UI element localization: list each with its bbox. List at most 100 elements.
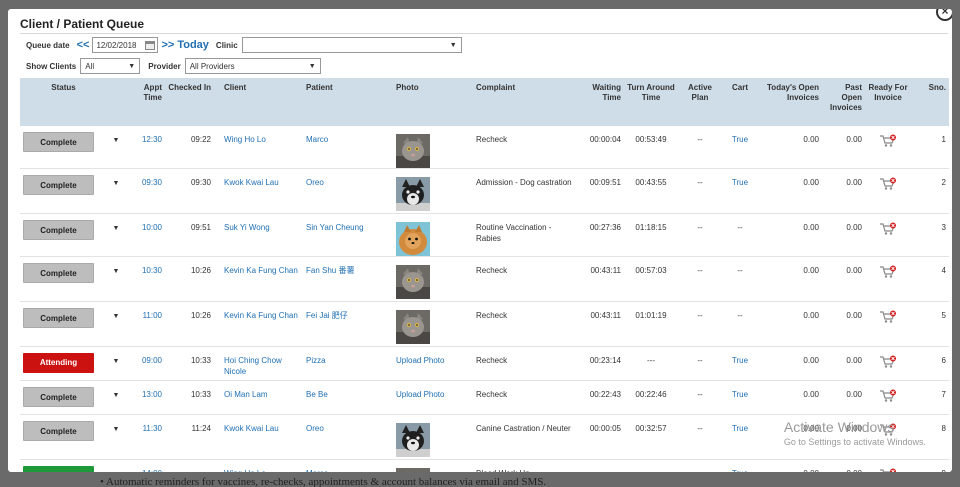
appt-time[interactable]: 09:30 xyxy=(125,168,165,214)
status-dropdown[interactable]: ▼ xyxy=(107,380,125,415)
status-dropdown[interactable]: ▼ xyxy=(107,256,125,302)
cart-remove-icon[interactable] xyxy=(879,134,897,148)
pet-photo[interactable] xyxy=(396,265,470,299)
appt-time[interactable]: 11:30 xyxy=(125,414,165,460)
chevron-down-icon[interactable]: ▼ xyxy=(113,358,120,365)
queue-date-input[interactable]: 12/02/2018 xyxy=(92,37,159,53)
calendar-icon[interactable] xyxy=(145,40,156,50)
client-link[interactable]: Kevin Ka Fung Chan xyxy=(214,301,303,347)
complaint: Recheck xyxy=(473,126,578,169)
patient-link[interactable]: Oreo xyxy=(303,168,393,214)
waiting-time: 00:43:11 xyxy=(578,301,624,347)
cart-remove-icon[interactable] xyxy=(879,355,897,369)
next-today-link[interactable]: >> Today xyxy=(161,39,208,51)
appt-time[interactable]: 09:00 xyxy=(125,346,165,381)
status-dropdown[interactable]: ▼ xyxy=(107,126,125,169)
ready-for-invoice-cell xyxy=(865,380,911,415)
status-button[interactable]: Complete xyxy=(23,263,94,283)
past-open-invoices: 0.00 xyxy=(822,126,865,169)
appt-time[interactable]: 11:00 xyxy=(125,301,165,347)
serial-number: 6 xyxy=(911,346,949,381)
appt-time[interactable]: 14:00 xyxy=(125,459,165,472)
status-button[interactable] xyxy=(23,466,94,472)
client-link[interactable]: Suk Yi Wong xyxy=(214,213,303,257)
show-clients-select[interactable]: All ▼ xyxy=(80,58,141,74)
status-button[interactable]: Complete xyxy=(23,387,94,407)
status-button[interactable]: Complete xyxy=(23,132,94,152)
photo-cell xyxy=(393,256,473,302)
status-dropdown[interactable]: ▼ xyxy=(107,459,125,472)
pet-photo[interactable] xyxy=(396,134,470,168)
client-link[interactable]: Kwok Kwai Lau xyxy=(214,168,303,214)
active-plan: -- xyxy=(678,414,722,460)
pet-photo[interactable] xyxy=(396,310,470,344)
table-row: Complete ▼ 13:00 10:33 Oi Man Lam Be Be Upload… xyxy=(20,380,949,415)
status-dropdown[interactable]: ▼ xyxy=(107,346,125,381)
close-icon[interactable]: × xyxy=(936,9,952,21)
client-link[interactable]: Kwok Kwai Lau xyxy=(214,414,303,460)
chevron-down-icon[interactable]: ▼ xyxy=(113,426,120,433)
chevron-down-icon[interactable]: ▼ xyxy=(113,313,120,320)
prev-day-link[interactable]: << xyxy=(77,39,90,51)
cart-remove-icon[interactable] xyxy=(879,310,897,324)
client-link[interactable]: Kevin Ka Fung Chan xyxy=(214,256,303,302)
client-link[interactable]: Hoi Ching Chow Nicole xyxy=(214,346,303,381)
patient-link[interactable]: Marco xyxy=(303,126,393,169)
patient-link[interactable]: Pizza xyxy=(303,346,393,381)
cart-status[interactable]: True xyxy=(722,459,758,472)
status-button[interactable]: Complete xyxy=(23,220,94,240)
col-client: Client xyxy=(214,78,303,126)
cart-remove-icon[interactable] xyxy=(879,389,897,403)
pet-photo[interactable] xyxy=(396,468,470,472)
cart-status[interactable]: True xyxy=(722,346,758,381)
patient-link[interactable]: Oreo xyxy=(303,414,393,460)
patient-link[interactable]: Fei Jai 肥仔 xyxy=(303,301,393,347)
chevron-down-icon[interactable]: ▼ xyxy=(113,137,120,144)
status-dropdown[interactable]: ▼ xyxy=(107,168,125,214)
patient-link[interactable]: Fan Shu 番薯 xyxy=(303,256,393,302)
checked-in-time: 09:51 xyxy=(165,213,214,257)
status-button[interactable]: Complete xyxy=(23,308,94,328)
client-link[interactable]: Wing Ho Lo xyxy=(214,459,303,472)
past-open-invoices: 0.00 xyxy=(822,168,865,214)
chevron-down-icon[interactable]: ▼ xyxy=(113,225,120,232)
cart-status[interactable]: True xyxy=(722,380,758,415)
clinic-select[interactable]: ▼ xyxy=(241,37,462,53)
chevron-down-icon[interactable]: ▼ xyxy=(113,268,120,275)
cart-remove-icon[interactable] xyxy=(879,177,897,191)
patient-link[interactable]: Be Be xyxy=(303,380,393,415)
appt-time[interactable]: 13:00 xyxy=(125,380,165,415)
appt-time[interactable]: 10:30 xyxy=(125,256,165,302)
upload-photo-link[interactable]: Upload Photo xyxy=(396,390,444,399)
cart-status[interactable]: True xyxy=(722,168,758,214)
cart-status[interactable]: True xyxy=(722,414,758,460)
provider-select[interactable]: All Providers ▼ xyxy=(184,58,321,74)
chevron-down-icon[interactable]: ▼ xyxy=(113,180,120,187)
status-dropdown[interactable]: ▼ xyxy=(107,414,125,460)
cart-remove-icon[interactable] xyxy=(879,468,897,472)
pet-photo[interactable] xyxy=(396,423,470,457)
upload-photo-link[interactable]: Upload Photo xyxy=(396,356,444,365)
complaint: Canine Castration / Neuter xyxy=(473,414,578,460)
chevron-down-icon[interactable]: ▼ xyxy=(113,392,120,399)
appt-time[interactable]: 12:30 xyxy=(125,126,165,169)
cart-remove-icon[interactable] xyxy=(879,265,897,279)
patient-link[interactable]: Marco xyxy=(303,459,393,472)
status-dropdown[interactable]: ▼ xyxy=(107,213,125,257)
active-plan: -- xyxy=(678,213,722,257)
chevron-down-icon[interactable]: ▼ xyxy=(113,471,120,472)
status-button[interactable]: Complete xyxy=(23,421,94,441)
clinic-label: Clinic xyxy=(215,40,238,50)
pet-photo[interactable] xyxy=(396,222,470,256)
status-button[interactable]: Complete xyxy=(23,175,94,195)
patient-link[interactable]: Sin Yan Cheung xyxy=(303,213,393,257)
pet-photo[interactable] xyxy=(396,177,470,211)
cart-status[interactable]: True xyxy=(722,126,758,169)
appt-time[interactable]: 10:00 xyxy=(125,213,165,257)
client-link[interactable]: Wing Ho Lo xyxy=(214,126,303,169)
cart-remove-icon[interactable] xyxy=(879,222,897,236)
status-dropdown[interactable]: ▼ xyxy=(107,301,125,347)
client-link[interactable]: Oi Man Lam xyxy=(214,380,303,415)
status-button[interactable]: Attending xyxy=(23,353,94,373)
watermark-line2: Go to Settings to activate Windows. xyxy=(783,437,926,447)
